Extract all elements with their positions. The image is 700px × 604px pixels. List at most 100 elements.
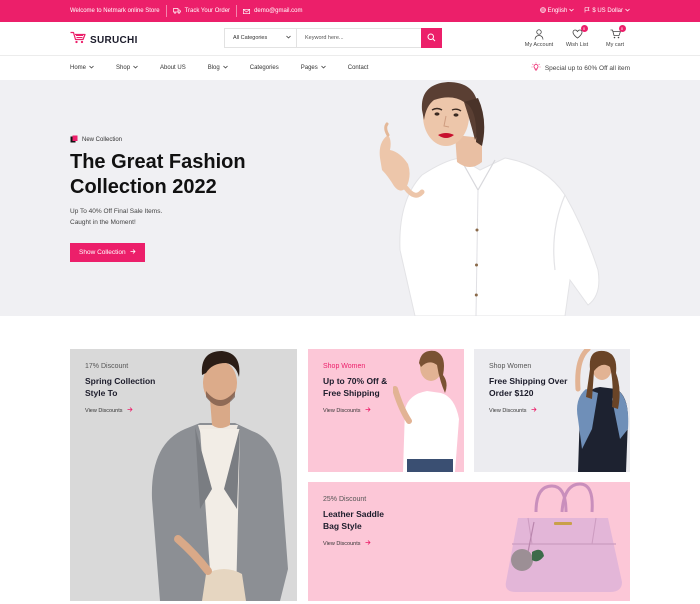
hero-subtitle-line1: Up To 40% Off Final Sale Items. <box>70 208 163 215</box>
nav-item-about[interactable]: About US <box>160 65 186 71</box>
my-cart-label: My cart <box>605 42 625 48</box>
promo-title-line1: Up to 70% Off & <box>323 376 388 386</box>
view-discounts-label: View Discounts <box>489 407 527 414</box>
cart-count-badge: 0 <box>618 25 626 32</box>
arrow-right-icon <box>365 540 371 547</box>
view-discounts-link[interactable]: View Discounts <box>85 407 133 414</box>
arrow-right-icon <box>531 407 537 414</box>
view-discounts-label: View Discounts <box>323 407 361 414</box>
hero-model-image <box>379 82 600 316</box>
promo-title-line2: Order $120 <box>489 388 534 398</box>
welcome-text: Welcome to Netmark online Store <box>70 8 160 14</box>
nav-item-contact[interactable]: Contact <box>348 65 369 71</box>
lightbulb-icon <box>531 62 541 74</box>
chevron-down-icon <box>321 65 326 71</box>
wish-list-button[interactable]: 0 Wish List <box>562 25 592 48</box>
nav-label: About US <box>160 65 186 71</box>
woman-white-tee-image <box>393 350 459 472</box>
category-label: All Categories <box>233 35 268 41</box>
chevron-down-icon <box>222 65 228 71</box>
logo-text: SURUCHI <box>90 34 138 46</box>
arrow-right-icon <box>365 407 371 414</box>
cart-logo-icon <box>70 31 86 49</box>
promo-caption: 25% Discount <box>323 496 367 503</box>
nav-item-blog[interactable]: Blog <box>208 65 228 71</box>
promo-card-spring[interactable]: 17% Discount Spring Collection Style To … <box>70 349 297 601</box>
search-bar: All Categories <box>224 28 442 48</box>
promo-title: Up to 70% Off & Free Shipping <box>323 375 387 399</box>
hero-banner: New Collection The Great Fashion Collect… <box>0 80 700 316</box>
nav-label: Shop <box>116 65 131 71</box>
show-collection-button[interactable]: Show Collection <box>70 243 145 262</box>
new-collection-tag: New Collection <box>70 135 122 145</box>
new-collection-label: New Collection <box>82 137 123 143</box>
promo-title: Leather Saddle Bag Style <box>323 508 384 532</box>
promo-title-line1: Leather Saddle <box>323 509 384 519</box>
my-account-label: My Account <box>524 42 554 48</box>
show-collection-label: Show Collection <box>79 249 126 256</box>
chevron-down-icon <box>569 8 575 14</box>
nav-item-categories[interactable]: Categories <box>250 65 279 71</box>
site-logo[interactable]: SURUCHI <box>70 31 138 49</box>
special-offer-text: Special up to 60% Off all item <box>544 64 630 72</box>
track-order-link[interactable]: Track Your Order <box>165 5 236 17</box>
chevron-down-icon <box>625 8 630 14</box>
nav-label: Pages <box>300 65 318 71</box>
handbag-image <box>505 482 622 592</box>
top-bar: Welcome to Netmark online Store Track Yo… <box>0 0 700 22</box>
cart-icon: 0 <box>610 25 626 40</box>
my-cart-button[interactable]: 0 My cart <box>600 25 630 48</box>
promo-caption: 17% Discount <box>85 363 129 370</box>
main-nav: Home Shop About US Blog Categories Pages… <box>0 56 700 80</box>
arrow-right-icon <box>127 407 133 414</box>
email-link[interactable]: demo@gmail.com <box>236 5 308 17</box>
hero-subtitle-line2: Caught in the Moment! <box>70 219 136 226</box>
search-button[interactable] <box>421 28 442 48</box>
promo-caption: Shop Women <box>489 363 532 370</box>
view-discounts-link[interactable]: View Discounts <box>323 407 371 414</box>
view-discounts-link[interactable]: View Discounts <box>323 540 371 547</box>
promo-caption: Shop Women <box>323 363 366 370</box>
view-discounts-label: View Discounts <box>85 407 123 414</box>
promo-title-line1: Free Shipping Over <box>489 376 568 386</box>
wishlist-count-badge: 0 <box>580 25 588 32</box>
truck-icon <box>172 8 181 14</box>
woman-denim-jacket-image <box>575 349 629 472</box>
my-account-button[interactable]: My Account <box>524 28 554 48</box>
mail-icon <box>243 8 251 14</box>
track-order-label: Track Your Order <box>184 8 231 14</box>
promo-card-free-shipping[interactable]: Shop Women Free Shipping Over Order $120… <box>474 349 630 472</box>
currency-select[interactable]: $ US Dollar <box>584 7 630 15</box>
special-offer-note: Special up to 60% Off all item <box>531 56 630 80</box>
search-icon <box>427 29 436 47</box>
language-label: English <box>547 8 568 14</box>
nav-label: Home <box>70 65 87 71</box>
view-discounts-label: View Discounts <box>323 540 361 547</box>
chevron-down-icon <box>286 35 291 41</box>
promo-title-line2: Free Shipping <box>323 388 380 398</box>
promo-title-line2: Bag Style <box>323 521 362 531</box>
promo-card-leather-bag[interactable]: 25% Discount Leather Saddle Bag Style Vi… <box>308 482 630 601</box>
wish-list-label: Wish List <box>565 42 589 48</box>
promo-card-women-sale[interactable]: Shop Women Up to 70% Off & Free Shipping… <box>308 349 464 472</box>
nav-item-shop[interactable]: Shop <box>116 65 138 71</box>
chevron-down-icon <box>133 65 138 71</box>
currency-label: $ US Dollar <box>592 8 623 14</box>
hero-title-line2: Collection 2022 <box>70 176 217 198</box>
view-discounts-link[interactable]: View Discounts <box>489 407 537 414</box>
nav-label: Categories <box>249 65 279 71</box>
promo-title: Free Shipping Over Order $120 <box>489 375 567 399</box>
man-model-image <box>151 351 288 601</box>
nav-item-home[interactable]: Home <box>70 65 94 71</box>
flag-icon <box>584 7 590 15</box>
hero-title-line1: The Great Fashion <box>70 151 246 173</box>
heart-icon: 0 <box>572 25 588 40</box>
nav-item-pages[interactable]: Pages <box>301 65 326 71</box>
category-select[interactable]: All Categories <box>225 29 297 47</box>
arrow-right-icon <box>130 249 136 256</box>
language-select[interactable]: English <box>539 7 575 15</box>
globe-icon <box>539 7 546 15</box>
hero-subtitle: Up To 40% Off Final Sale Items. Caught i… <box>70 206 210 228</box>
user-icon <box>534 28 544 40</box>
search-input[interactable] <box>297 29 421 47</box>
